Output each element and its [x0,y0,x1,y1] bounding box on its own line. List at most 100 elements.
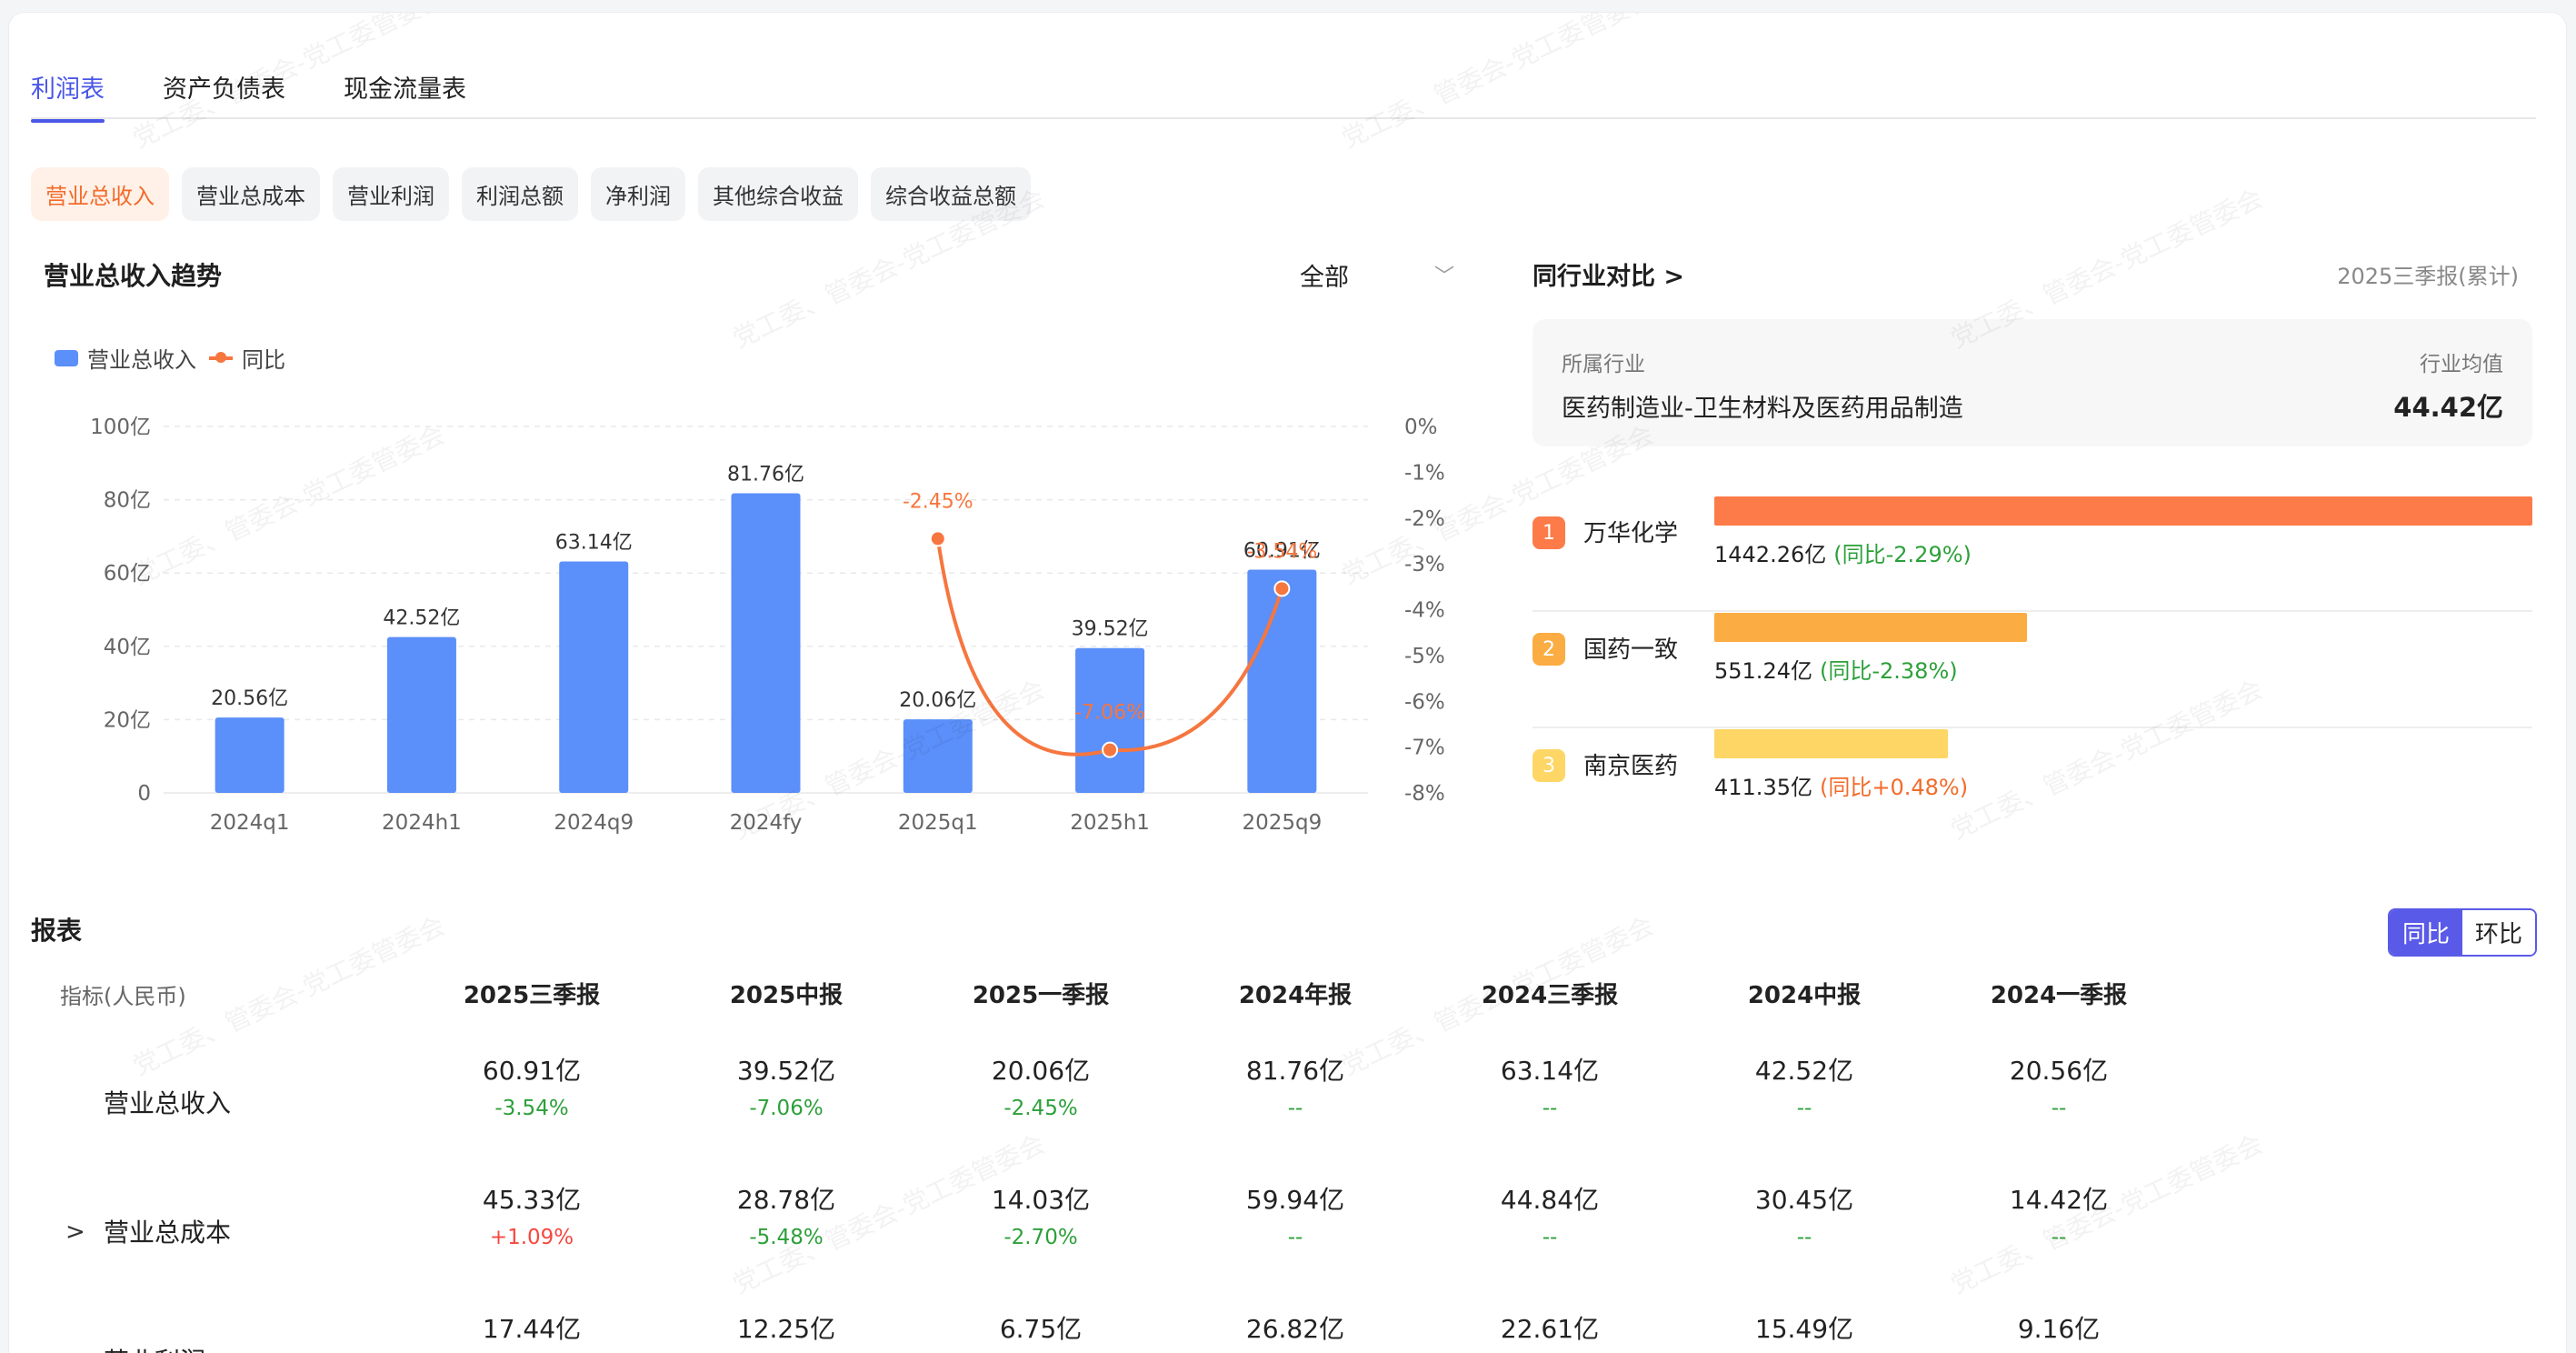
industry-label: 所属行业 [1562,353,1645,376]
y-right-tick: -2% [1404,507,1445,531]
tabs-divider [31,117,2536,119]
cell-value: 63.14亿 [1500,1056,1600,1086]
table-column-header: 2024三季报 [1481,982,1619,1009]
industry-avg-value: 44.42亿 [2393,392,2503,423]
chip-operating-profit[interactable]: 营业利润 [333,167,449,221]
y-right-tick: 0% [1404,416,1438,439]
legend-label-yoy: 同比 [242,347,285,373]
peer-row[interactable]: 3 南京医药 411.35亿 (同比+0.48%) [1533,729,2532,845]
x-tick-label: 2025q1 [898,811,978,835]
tab-balance-sheet[interactable]: 资产负债表 [163,69,285,123]
cell-value: 60.91亿 [482,1056,582,1086]
chip-net-profit[interactable]: 净利润 [591,167,685,221]
toggle-qoq[interactable]: 环比 [2462,910,2536,955]
table-cell: 20.56亿 -- [1950,1051,2168,1120]
y-left-tick: 20亿 [104,708,151,732]
cell-value: 17.44亿 [482,1314,582,1344]
chevron-down-icon: ﹀ [1433,266,1454,288]
compare-toggle: 同比 环比 [2388,908,2538,957]
bar-data-label: 42.52亿 [383,607,460,630]
report-title: 报表 [31,916,83,946]
peer-row[interactable]: 2 国药一致 551.24亿 (同比-2.38%) [1533,613,2532,728]
bar-data-label: 81.76亿 [727,464,804,486]
revenue-bar [903,719,973,793]
expand-chevron-icon[interactable]: > [65,1218,85,1246]
y-left-tick: 60亿 [104,562,151,586]
table-column-header: 2025中报 [729,982,844,1009]
table-cell: 60.91亿 -3.54% [423,1051,641,1120]
legend-item-revenue[interactable]: 营业总收入 [55,342,196,374]
peer-row[interactable]: 1 万华化学 1442.26亿 (同比-2.29%) [1533,496,2532,612]
y-right-tick: -1% [1404,461,1445,485]
chip-other-comprehensive[interactable]: 其他综合收益 [698,167,858,221]
chip-total-cost[interactable]: 营业总成本 [182,167,320,221]
table-column-header: 2025三季报 [463,982,601,1009]
table-cell: 44.84亿 -- [1441,1180,1659,1249]
rank-badge: 2 [1533,633,1565,666]
legend-item-yoy[interactable]: 同比 [209,342,285,374]
cell-change: -- [2051,1097,2067,1120]
cell-value: 26.82亿 [1245,1314,1345,1344]
chip-total-revenue[interactable]: 营业总收入 [31,167,169,221]
cell-value: 44.84亿 [1500,1185,1600,1215]
table-row-label: 营业利润 [104,1342,205,1353]
table-cell: 12.25亿 [677,1309,895,1346]
peer-value-bar [1714,496,2532,526]
peer-company-name[interactable]: 万华化学 [1583,515,1678,548]
table-cell: 45.33亿 +1.09% [423,1180,641,1249]
y-right-tick: -5% [1404,645,1445,668]
peer-company-name[interactable]: 国药一致 [1583,631,1678,665]
peer-value: 1442.26亿 (同比-2.29%) [1714,536,1972,568]
y-right-tick: -4% [1404,599,1445,623]
cell-change: -2.70% [1003,1226,1078,1249]
revenue-bar [1247,569,1317,793]
revenue-trend-chart: 100亿 80亿 60亿 40亿 20亿 0 0% -1% -2% -3% -4% -5% -6% -7%… [90,416,1445,835]
chip-total-profit[interactable]: 利润总额 [462,167,578,221]
chart-legend: 营业总收入 同比 [55,342,285,374]
table-row-label: 营业总成本 [104,1218,232,1248]
cell-value: 9.16亿 [2017,1314,2101,1344]
x-tick-label: 2024fy [730,811,803,835]
cell-value: 20.06亿 [991,1056,1091,1086]
rank-badge: 3 [1533,749,1565,782]
table-cell: 9.16亿 [1950,1309,2168,1346]
statement-tabs: 利润表 资产负债表 现金流量表 [31,69,466,123]
industry-name: 医药制造业-卫生材料及医药用品制造 [1562,395,1963,423]
toggle-yoy[interactable]: 同比 [2390,910,2463,955]
peer-value-amount: 1442.26亿 [1714,542,1827,567]
tab-income-statement[interactable]: 利润表 [31,69,105,123]
cell-value: 42.52亿 [1754,1056,1854,1086]
peer-value-amount: 411.35亿 [1714,775,1812,800]
cell-change: -- [1542,1097,1558,1120]
y-right-tick: -3% [1404,553,1445,576]
tab-cash-flow[interactable]: 现金流量表 [344,69,466,123]
cell-value: 15.49亿 [1754,1314,1854,1344]
rank-badge: 1 [1533,516,1565,549]
chip-comprehensive-total[interactable]: 综合收益总额 [871,167,1031,221]
table-cell: 15.49亿 [1695,1309,1913,1346]
bar-data-label: 20.56亿 [211,687,288,710]
cell-value: 45.33亿 [482,1185,582,1215]
cell-change: -3.54% [494,1097,569,1120]
cell-value: 30.45亿 [1754,1185,1854,1215]
expand-chevron-icon[interactable]: > [65,1348,85,1353]
table-cell: 63.14亿 -- [1441,1051,1659,1120]
revenue-bar [559,561,629,793]
y-left-tick: 0 [137,782,151,806]
cell-value: 12.25亿 [736,1314,836,1344]
yoy-point [1102,741,1119,758]
range-select[interactable]: 全部 ﹀ [1300,256,1454,293]
peer-compare-link[interactable]: 同行业对比 > [1533,256,1684,292]
peer-company-name[interactable]: 南京医药 [1583,747,1678,781]
cell-value: 22.61亿 [1500,1314,1600,1344]
table-cell: 59.94亿 -- [1186,1180,1404,1249]
table-column-header: 2024中报 [1747,982,1862,1009]
legend-line-swatch [209,351,233,363]
peer-period: 2025三季报(累计) [2337,264,2519,289]
table-column-header: 2025一季报 [972,982,1110,1009]
cell-change: -- [1796,1226,1812,1249]
x-tick-label: 2024h1 [382,811,462,835]
table-row-label: 营业总收入 [104,1088,232,1118]
peer-value-change: (同比-2.29%) [1833,542,1972,567]
cell-value: 20.56亿 [2009,1056,2109,1086]
